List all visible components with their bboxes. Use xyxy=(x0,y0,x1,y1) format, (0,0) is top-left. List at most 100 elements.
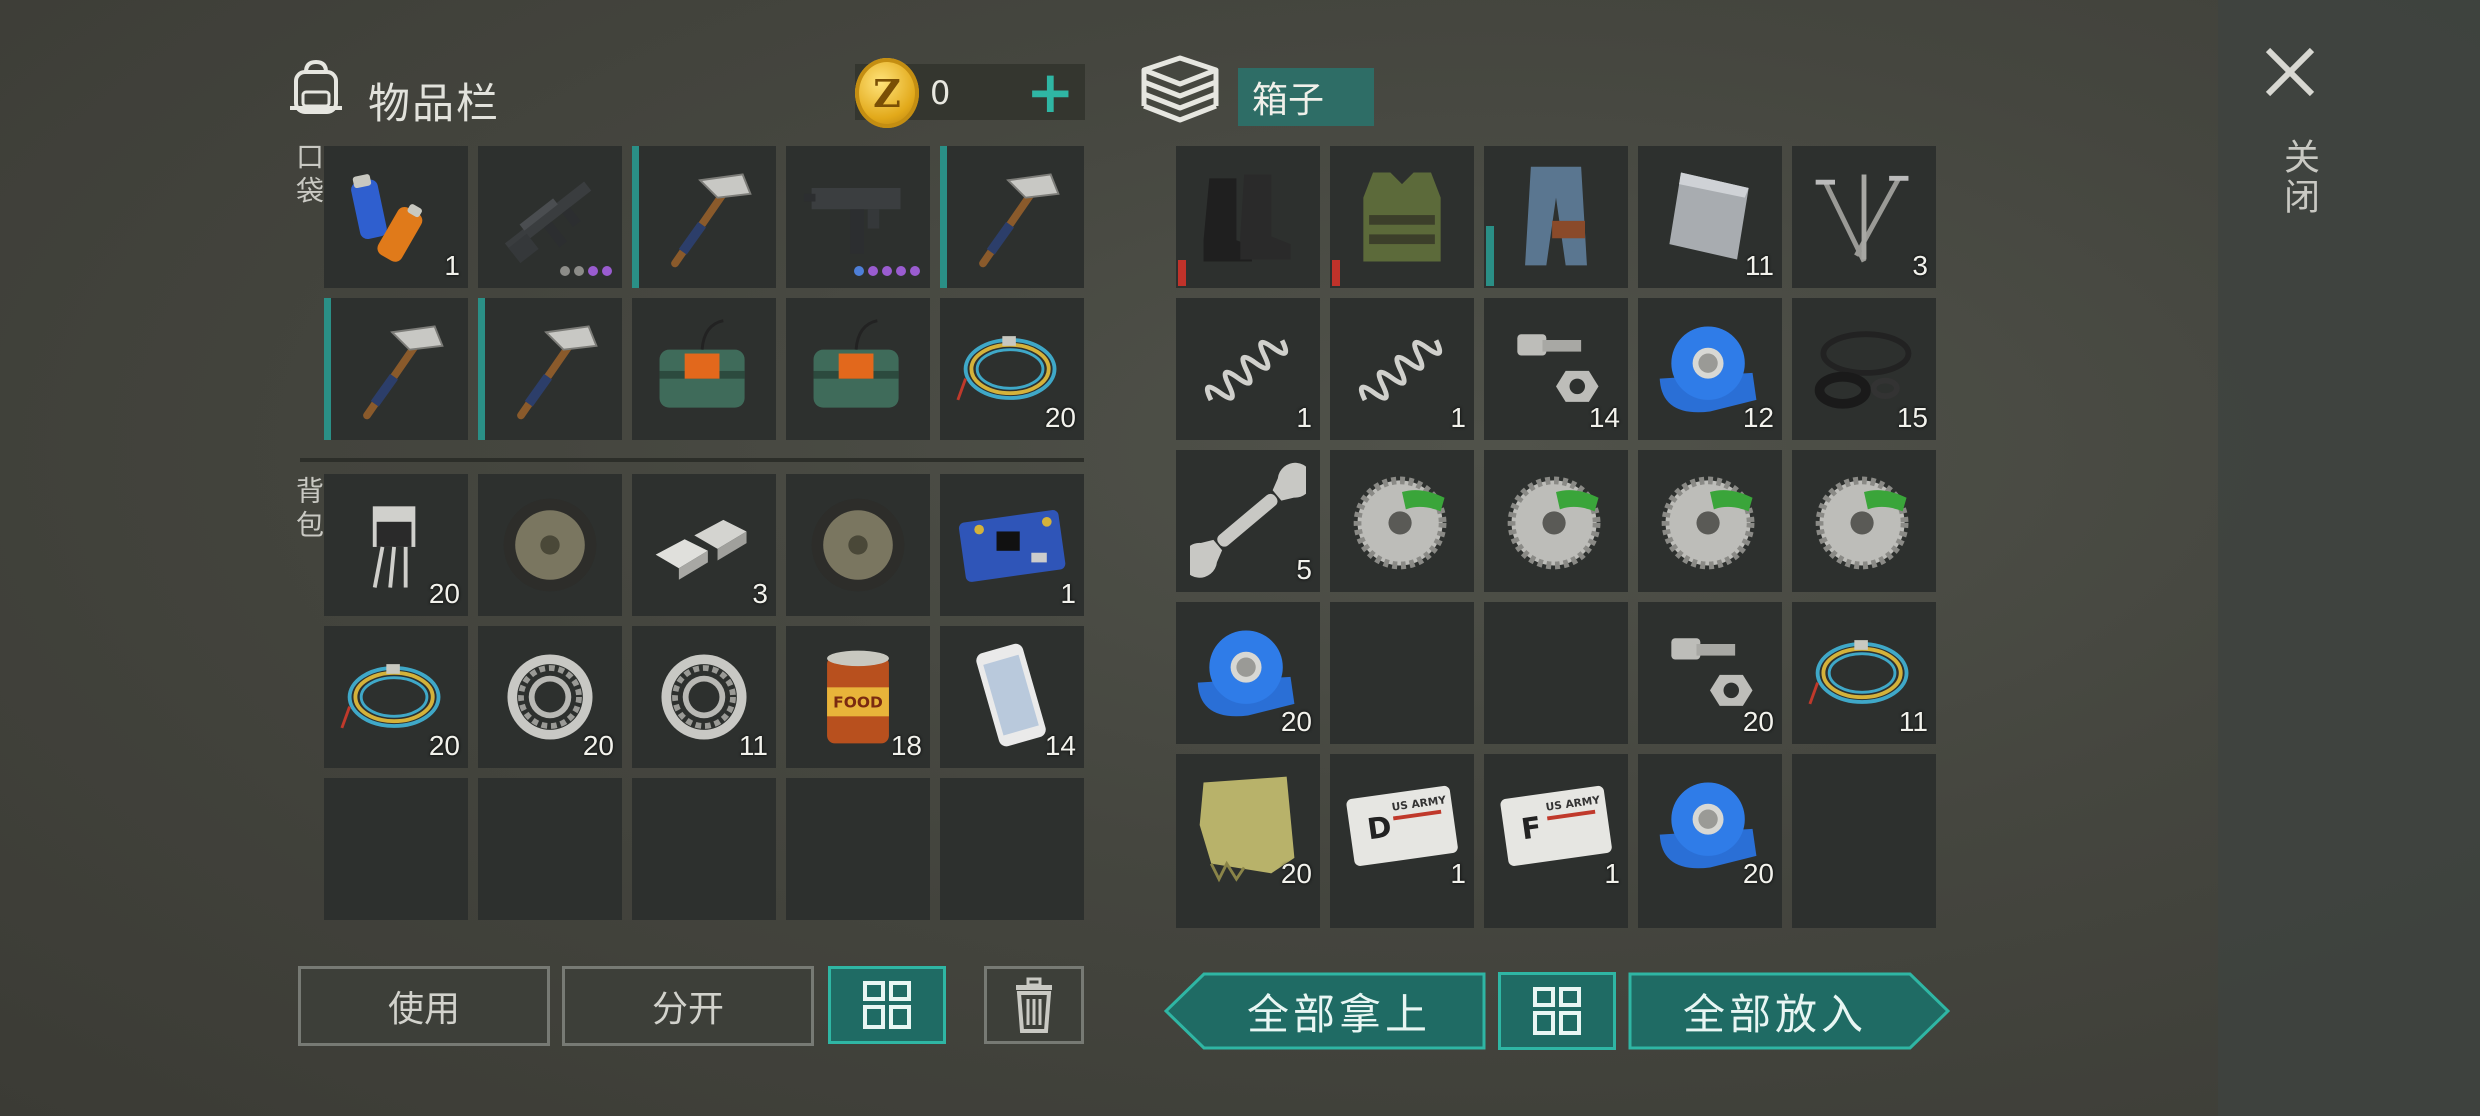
pocket-slot[interactable] xyxy=(478,298,622,440)
pocket-slot[interactable] xyxy=(786,298,930,440)
tire-icon xyxy=(503,498,597,592)
pickaxe-icon xyxy=(979,173,1060,268)
trash-button[interactable] xyxy=(984,966,1084,1044)
pocket-slot[interactable]: 20 xyxy=(940,298,1084,440)
box-slot[interactable] xyxy=(1330,602,1474,744)
coin-count: 0 xyxy=(930,74,951,112)
box-slot[interactable]: 12 xyxy=(1638,298,1782,440)
pickaxe-icon xyxy=(363,325,444,420)
backpack-slot[interactable] xyxy=(786,474,930,616)
pocket-slot[interactable] xyxy=(632,146,776,288)
box-title: 箱子 xyxy=(1238,68,1374,126)
spring-icon xyxy=(1358,339,1443,402)
box-slot[interactable] xyxy=(1330,450,1474,592)
backpack-slot[interactable] xyxy=(786,778,930,920)
box-slot[interactable]: 20 xyxy=(1638,602,1782,744)
pocket-slot[interactable] xyxy=(632,298,776,440)
durability-bar xyxy=(1486,226,1494,286)
saw-blade-icon xyxy=(1353,476,1447,570)
item-count: 3 xyxy=(752,578,768,609)
box-slot[interactable]: 20 xyxy=(1176,602,1320,744)
item-count: 20 xyxy=(1742,706,1774,737)
pants-icon xyxy=(1525,166,1587,266)
backpack-slot[interactable] xyxy=(940,778,1084,920)
backpack-label: 背包 xyxy=(292,476,325,544)
box-slot[interactable]: 11 xyxy=(1792,602,1936,744)
box-slot[interactable] xyxy=(1330,146,1474,288)
item-count: 11 xyxy=(1898,706,1928,737)
put-all-button[interactable]: 全部放入 xyxy=(1628,972,1950,1050)
box-slot[interactable]: 14 xyxy=(1484,298,1628,440)
box-slot[interactable]: 1 xyxy=(1330,298,1474,440)
box-slot-peek[interactable] xyxy=(1330,890,1474,928)
backpack-slot[interactable]: 20 xyxy=(324,474,468,616)
box-slot-peek[interactable] xyxy=(1638,890,1782,928)
backpack-slot[interactable]: 20 xyxy=(478,626,622,768)
item-count: 20 xyxy=(1280,858,1312,889)
box-slot[interactable] xyxy=(1484,146,1628,288)
uzi-icon xyxy=(803,188,901,254)
stacked-boxes-icon xyxy=(1141,55,1219,123)
sort-inventory-button[interactable] xyxy=(828,966,946,1044)
box-slot[interactable] xyxy=(1176,146,1320,288)
add-coins-button[interactable]: + xyxy=(1026,62,1075,122)
backpack-slot[interactable] xyxy=(324,778,468,920)
army-card-d-icon: DUS ARMY xyxy=(1346,785,1458,866)
item-count: 12 xyxy=(1742,402,1774,433)
use-button[interactable]: 使用 xyxy=(298,966,550,1046)
item-count: 20 xyxy=(428,578,460,609)
close-icon[interactable] xyxy=(2262,44,2318,100)
box-slot[interactable] xyxy=(1792,450,1936,592)
box-slot[interactable] xyxy=(1638,450,1782,592)
pocket-slot[interactable] xyxy=(324,298,468,440)
box-slot[interactable] xyxy=(1792,754,1936,896)
backpack-slot[interactable]: 20 xyxy=(324,626,468,768)
box-slot-peek[interactable] xyxy=(1484,890,1628,928)
box-slot[interactable]: 20 xyxy=(1176,754,1320,896)
right-side-panel xyxy=(2218,0,2480,1116)
backpack-slot[interactable]: 11 xyxy=(632,626,776,768)
box-grid-overflow-row xyxy=(1176,890,1936,928)
box-slot[interactable] xyxy=(1484,602,1628,744)
backpack-slot[interactable]: 3 xyxy=(632,474,776,616)
pocket-slot[interactable] xyxy=(786,146,930,288)
box-slot[interactable]: F US ARMY 1 xyxy=(1484,754,1628,896)
nails-icon xyxy=(1815,174,1909,263)
box-slot[interactable]: 20 xyxy=(1638,754,1782,896)
take-all-button[interactable]: 全部拿上 xyxy=(1164,972,1486,1050)
trash-icon xyxy=(1016,977,1052,1033)
pocket-slot[interactable]: 1 xyxy=(324,146,468,288)
box-slot[interactable]: 5 xyxy=(1176,450,1320,592)
split-button[interactable]: 分开 xyxy=(562,966,814,1046)
item-count: 15 xyxy=(1896,402,1928,433)
backpack-slot[interactable] xyxy=(632,778,776,920)
backpack-slot[interactable]: FOOD 18 xyxy=(786,626,930,768)
pocket-slot[interactable] xyxy=(478,146,622,288)
box-slot-peek[interactable] xyxy=(1792,890,1936,928)
backpack-slot[interactable] xyxy=(478,778,622,920)
sort-box-button[interactable] xyxy=(1498,972,1616,1050)
c4-explosive-icon xyxy=(659,319,745,408)
grid-sort-icon xyxy=(1533,987,1581,1035)
circuit-board-icon xyxy=(958,510,1066,582)
pickaxe-icon xyxy=(517,325,598,420)
box-slot[interactable]: 11 xyxy=(1638,146,1782,288)
box-slot[interactable] xyxy=(1484,450,1628,592)
box-slot[interactable]: 3 xyxy=(1792,146,1936,288)
pocket-slot[interactable] xyxy=(940,146,1084,288)
box-slot[interactable]: D US ARMY 1 xyxy=(1330,754,1474,896)
backpack-slot[interactable]: 14 xyxy=(940,626,1084,768)
saw-blade-icon xyxy=(1507,476,1601,570)
close-label[interactable]: 关闭 xyxy=(2272,138,2324,218)
backpack-slot[interactable] xyxy=(478,474,622,616)
item-count: 1 xyxy=(1296,402,1312,433)
box-slot-peek[interactable] xyxy=(1176,890,1320,928)
armor-vest-icon xyxy=(1363,172,1441,262)
item-count: 1 xyxy=(1450,402,1466,433)
batteries-icon xyxy=(351,174,423,262)
item-count: 14 xyxy=(1044,730,1076,761)
box-slot[interactable]: 1 xyxy=(1176,298,1320,440)
backpack-slot[interactable]: 1 xyxy=(940,474,1084,616)
box-slot[interactable]: 15 xyxy=(1792,298,1936,440)
item-count: 1 xyxy=(1060,578,1076,609)
